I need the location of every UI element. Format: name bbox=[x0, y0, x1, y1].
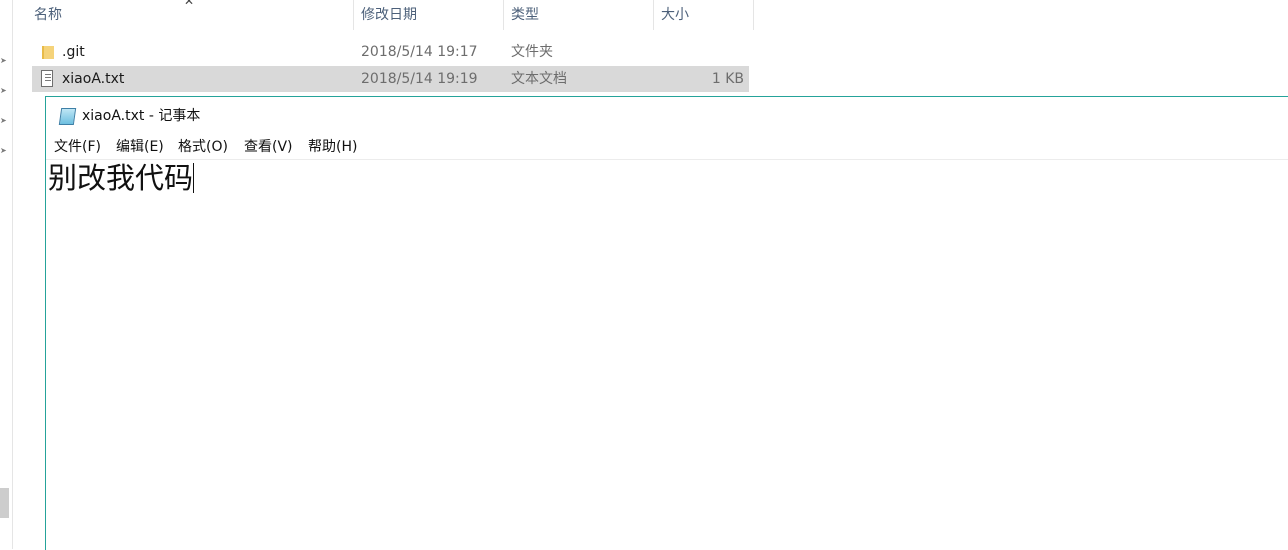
text-editor-area[interactable]: 别改我代码 bbox=[46, 160, 1288, 550]
text-caret bbox=[193, 163, 195, 193]
file-name: xiaoA.txt bbox=[62, 71, 125, 87]
file-type: 文本文档 bbox=[511, 71, 567, 87]
menu-bar: 文件(F) 编辑(E) 格式(O) 查看(V) 帮助(H) bbox=[46, 135, 1288, 160]
pin-icon[interactable]: ➤ bbox=[0, 56, 7, 66]
text-file-icon bbox=[40, 70, 53, 87]
folder-icon bbox=[40, 43, 54, 60]
file-row-xiaoa[interactable]: xiaoA.txt 2018/5/14 19:19 文本文档 1 KB bbox=[32, 66, 749, 92]
column-divider[interactable] bbox=[653, 0, 654, 30]
pin-icon[interactable]: ➤ bbox=[0, 116, 7, 126]
notepad-app-icon[interactable] bbox=[58, 107, 77, 125]
file-size: 1 KB bbox=[711, 71, 744, 87]
editor-content[interactable]: 别改我代码 bbox=[48, 160, 195, 196]
pin-icon[interactable]: ➤ bbox=[0, 86, 7, 96]
column-header-name[interactable]: 名称 bbox=[34, 0, 62, 30]
file-modified: 2018/5/14 19:17 bbox=[361, 44, 478, 60]
column-divider[interactable] bbox=[503, 0, 504, 30]
notepad-window: xiaoA.txt - 记事本 文件(F) 编辑(E) 格式(O) 查看(V) … bbox=[45, 96, 1288, 550]
menu-help[interactable]: 帮助(H) bbox=[308, 135, 357, 159]
column-header-type[interactable]: 类型 bbox=[511, 0, 539, 30]
navigation-pane: ➤ ➤ ➤ ➤ bbox=[0, 0, 13, 549]
column-divider[interactable] bbox=[353, 0, 354, 30]
file-row-git[interactable]: .git 2018/5/14 19:17 文件夹 bbox=[32, 39, 749, 65]
window-title: xiaoA.txt - 记事本 bbox=[82, 108, 201, 124]
menu-edit[interactable]: 编辑(E) bbox=[116, 135, 164, 159]
file-modified: 2018/5/14 19:19 bbox=[361, 71, 478, 87]
notepad-titlebar[interactable]: xiaoA.txt - 记事本 bbox=[46, 97, 1288, 135]
pin-icon[interactable]: ➤ bbox=[0, 146, 7, 156]
file-name: .git bbox=[62, 44, 85, 60]
editor-text: 别改我代码 bbox=[48, 161, 194, 195]
navigation-scrollbar-thumb[interactable] bbox=[0, 488, 9, 518]
column-header-modified[interactable]: 修改日期 bbox=[361, 0, 417, 30]
menu-format[interactable]: 格式(O) bbox=[178, 135, 228, 159]
menu-file[interactable]: 文件(F) bbox=[54, 135, 101, 159]
menu-view[interactable]: 查看(V) bbox=[244, 135, 293, 159]
column-header-size[interactable]: 大小 bbox=[661, 0, 689, 30]
column-divider[interactable] bbox=[753, 0, 754, 30]
close-icon[interactable]: ✕ bbox=[184, 0, 194, 8]
file-type: 文件夹 bbox=[511, 44, 553, 60]
